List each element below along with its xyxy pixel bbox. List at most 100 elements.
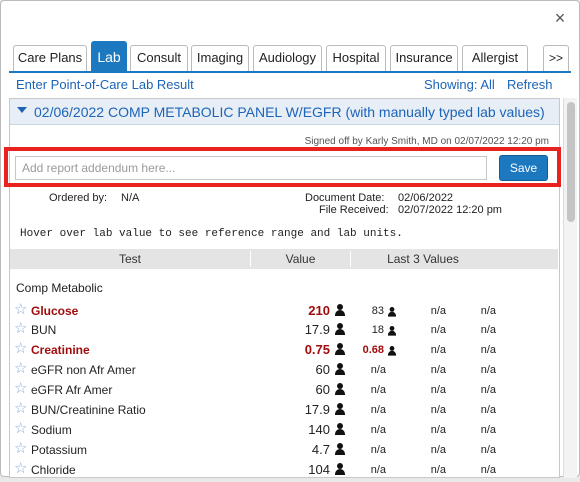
person-icon: [335, 363, 345, 375]
test-name: BUN: [31, 323, 57, 337]
section-title: Comp Metabolic: [16, 281, 103, 295]
person-icon: [388, 307, 396, 317]
addendum-input[interactable]: [15, 156, 487, 180]
document-date-value: 02/06/2022: [398, 192, 454, 204]
last-value-2: n/a: [430, 305, 446, 317]
test-value[interactable]: 0.75: [305, 342, 330, 357]
test-value[interactable]: 17.9: [305, 402, 330, 417]
last-value-2: n/a: [430, 464, 446, 476]
test-name: Potassium: [31, 443, 88, 457]
test-value[interactable]: 4.7: [312, 442, 330, 457]
last-value-3: n/a: [480, 305, 496, 317]
last-value-3: n/a: [480, 364, 496, 376]
document-date-label: Document Date:: [305, 192, 385, 204]
person-icon: [335, 383, 345, 395]
test-name: BUN/Creatinine Ratio: [31, 403, 146, 417]
ordered-by-value: N/A: [121, 192, 140, 204]
person-icon: [335, 323, 345, 335]
last-value-2: n/a: [430, 444, 446, 456]
star-icon[interactable]: ☆: [14, 439, 27, 457]
test-value[interactable]: 140: [308, 422, 330, 437]
tab-insurance[interactable]: Insurance: [390, 45, 458, 71]
test-name: eGFR Afr Amer: [31, 383, 113, 397]
tab-allergist[interactable]: Allergist: [462, 45, 528, 71]
last-value-2: n/a: [430, 404, 446, 416]
last-value-1: n/a: [370, 464, 386, 476]
last-value-1: n/a: [370, 384, 386, 396]
table-row: ☆ Chloride 104 n/a n/a n/a: [1, 459, 580, 482]
refresh-link[interactable]: Refresh: [507, 77, 553, 92]
table-header: Test Value Last 3 Values: [10, 249, 558, 269]
tab-lab[interactable]: Lab: [91, 41, 127, 71]
panel-header[interactable]: 02/06/2022 COMP METABOLIC PANEL W/EGFR (…: [10, 99, 559, 125]
table-row: ☆ Glucose 210 83 n/a n/a: [1, 300, 580, 323]
file-received-label: File Received:: [319, 204, 389, 216]
enter-poc-lab-link[interactable]: Enter Point-of-Care Lab Result: [16, 77, 194, 92]
test-value[interactable]: 210: [308, 303, 330, 318]
test-value[interactable]: 104: [308, 462, 330, 477]
last-value-1: 83: [371, 305, 384, 317]
last-value-2: n/a: [430, 424, 446, 436]
tab-more[interactable]: >>: [543, 45, 569, 71]
star-icon[interactable]: ☆: [14, 419, 27, 437]
last-value-1: n/a: [370, 444, 386, 456]
star-icon[interactable]: ☆: [14, 319, 27, 337]
last-value-2: n/a: [430, 384, 446, 396]
last-value-1: n/a: [370, 364, 386, 376]
lab-dialog: × Care Plans Lab Consult Imaging Audiolo…: [0, 0, 580, 478]
tab-imaging[interactable]: Imaging: [191, 45, 249, 71]
test-value[interactable]: 17.9: [305, 322, 330, 337]
table-row: ☆ BUN 17.9 18 n/a n/a: [1, 319, 580, 342]
test-name: Creatinine: [31, 343, 90, 357]
save-button[interactable]: Save: [499, 155, 548, 181]
tab-consult[interactable]: Consult: [130, 45, 188, 71]
star-icon[interactable]: ☆: [14, 339, 27, 357]
last-value-1: 18: [371, 324, 384, 336]
last-value-2: n/a: [430, 324, 446, 336]
tab-underline: [9, 71, 571, 73]
table-row: ☆ eGFR non Afr Amer 60 n/a n/a n/a: [1, 359, 580, 382]
star-icon[interactable]: ☆: [14, 300, 27, 318]
person-icon: [388, 346, 396, 356]
last-value-3: n/a: [480, 324, 496, 336]
person-icon: [335, 403, 345, 415]
test-value[interactable]: 60: [316, 362, 330, 377]
ordered-by-label: Ordered by:: [49, 192, 108, 204]
person-icon: [335, 443, 345, 455]
star-icon[interactable]: ☆: [14, 459, 27, 477]
table-row: ☆ BUN/Creatinine Ratio 17.9 n/a n/a n/a: [1, 399, 580, 422]
last-value-3: n/a: [480, 344, 496, 356]
collapse-caret-icon[interactable]: [17, 107, 27, 113]
tab-hospital[interactable]: Hospital: [326, 45, 386, 71]
file-received-value: 02/07/2022 12:20 pm: [398, 204, 502, 216]
star-icon[interactable]: ☆: [14, 359, 27, 377]
table-row: ☆ Creatinine 0.75 0.68 n/a n/a: [1, 339, 580, 362]
tab-care-plans[interactable]: Care Plans: [13, 45, 87, 71]
star-icon[interactable]: ☆: [14, 399, 27, 417]
person-icon: [335, 304, 345, 316]
last-value-2: n/a: [430, 344, 446, 356]
last-value-2: n/a: [430, 364, 446, 376]
test-value[interactable]: 60: [316, 382, 330, 397]
close-icon[interactable]: ×: [551, 9, 569, 27]
signed-off-text: Signed off by Karly Smith, MD on 02/07/2…: [304, 136, 549, 147]
last-value-1: n/a: [370, 404, 386, 416]
table-row: ☆ eGFR Afr Amer 60 n/a n/a n/a: [1, 379, 580, 402]
hover-hint: Hover over lab value to see reference ra…: [20, 228, 403, 240]
star-icon[interactable]: ☆: [14, 379, 27, 397]
col-test-header: Test: [118, 252, 141, 266]
col-last3-header: Last 3 Values: [387, 252, 459, 266]
tab-audiology[interactable]: Audiology: [253, 45, 322, 71]
last-value-3: n/a: [480, 424, 496, 436]
col-value-header: Value: [285, 252, 316, 266]
person-icon: [335, 463, 345, 475]
showing-filter-link[interactable]: Showing: All: [424, 77, 495, 92]
last-value-3: n/a: [480, 464, 496, 476]
table-row: ☆ Potassium 4.7 n/a n/a n/a: [1, 439, 580, 462]
last-value-3: n/a: [480, 444, 496, 456]
last-value-1: 0.68: [362, 344, 384, 356]
tab-bar: Care Plans Lab Consult Imaging Audiology…: [13, 41, 569, 71]
scrollbar-thumb[interactable]: [567, 102, 575, 222]
test-name: Glucose: [31, 304, 79, 318]
person-icon: [388, 326, 396, 336]
